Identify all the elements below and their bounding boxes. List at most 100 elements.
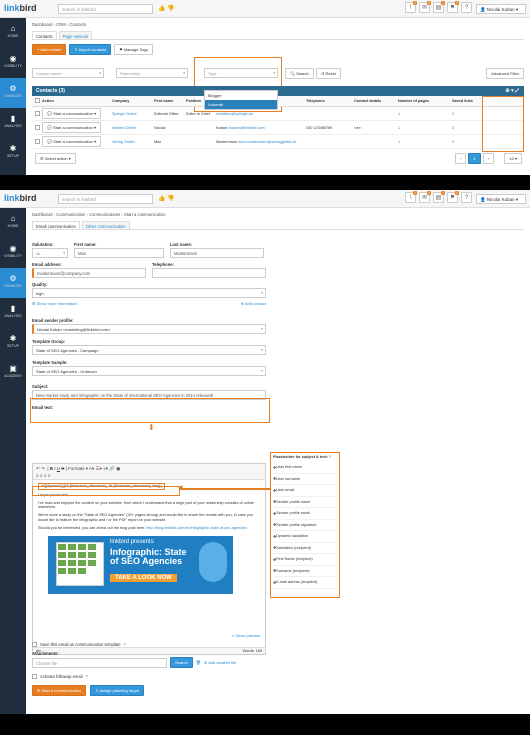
help-icon[interactable]: ?: [86, 674, 88, 679]
first-name-input[interactable]: Max: [74, 248, 164, 258]
underline-button[interactable]: U: [57, 466, 60, 471]
placeholder-item[interactable]: ✥ Sender profile signature: [273, 520, 337, 531]
column-first-name[interactable]: First name: [154, 99, 186, 103]
column-company[interactable]: Company: [112, 99, 154, 103]
settings-icon[interactable]: ⚙ ▾ ⤢: [505, 88, 519, 94]
row-checkbox[interactable]: [35, 110, 40, 116]
placeholder-item[interactable]: ✥ User surname: [273, 474, 337, 485]
start-communication-button[interactable]: 💬 Start a communication ▾: [42, 108, 102, 119]
feedback-icons[interactable]: 👍 👎: [158, 195, 175, 202]
followup-checkbox[interactable]: [32, 674, 37, 679]
sender-profile-select[interactable]: Nicolai Kuban <marketing@linkbird.com> ▾: [32, 324, 266, 334]
user-menu[interactable]: 👤 Nicolai Kuban ▾: [476, 194, 526, 204]
font-color-icon[interactable]: A▾: [89, 466, 94, 471]
sidebar-item-academy[interactable]: ▣ ACADEMY: [0, 358, 26, 388]
messages-icon[interactable]: ▤ 1: [433, 191, 445, 203]
tab-email-communication[interactable]: Email communication: [32, 221, 80, 229]
company-link[interactable]: Verlag GmbH: [112, 140, 154, 144]
placeholder-item[interactable]: ✥ Dynamic salutation: [273, 531, 337, 543]
row-checkbox[interactable]: [35, 124, 40, 130]
align-right-icon[interactable]: ≡: [44, 473, 47, 478]
sidebar-item-chances[interactable]: ⚙ CHANCES: [0, 268, 26, 298]
quality-select[interactable]: high ▾: [32, 288, 266, 298]
tab-page-network[interactable]: Page network: [58, 31, 93, 39]
linkbird-logo[interactable]: linkbird: [4, 193, 37, 203]
sidebar-item-visibility[interactable]: ◉ VISIBILITY: [0, 48, 26, 78]
add-contact-link[interactable]: ⊕ Add contact: [241, 301, 266, 306]
strikethrough-button[interactable]: S: [61, 466, 64, 471]
company-link[interactable]: linkbird GmbH: [112, 126, 154, 130]
italic-button[interactable]: I: [54, 466, 55, 471]
manage-tags-button[interactable]: ⚑ Manage Tags: [114, 44, 153, 55]
formats-dropdown[interactable]: Formats ▾: [68, 466, 88, 471]
feedback-icons[interactable]: 👍 👎: [158, 5, 175, 12]
placeholder-item[interactable]: ✥ User first name: [273, 462, 337, 474]
placeholder-item[interactable]: ✥ Sender profile email: [273, 508, 337, 520]
last-name-input[interactable]: Mustermann: [170, 248, 264, 258]
assign-planning-target-button[interactable]: ⇪ Assign planning target: [90, 685, 145, 696]
trash-icon[interactable]: 🗑: [196, 660, 201, 666]
email-link[interactable]: redaktion@spiegel.de: [216, 112, 253, 116]
pages-count[interactable]: 1: [398, 112, 452, 116]
tab-contacts[interactable]: Contacts: [32, 31, 57, 39]
sidebar-item-setup[interactable]: ✱ SETUP: [0, 328, 26, 358]
attachment-search-button[interactable]: Search: [170, 657, 193, 668]
page-button[interactable]: 1: [468, 153, 481, 164]
sidebar-item-home[interactable]: ⌂ HOME: [0, 208, 26, 238]
email-address-input[interactable]: mustermann@company.com: [32, 268, 146, 278]
mail-icon[interactable]: ✉ 2: [419, 191, 431, 203]
help-icon[interactable]: ?: [461, 192, 472, 203]
template-sample-select[interactable]: State of SEO Agencies - Outreach ▾: [32, 366, 266, 376]
numbered-list-icon[interactable]: ≡▾: [103, 466, 108, 471]
placeholder-item[interactable]: ✥ Sender profile name: [273, 497, 337, 508]
choose-file-input[interactable]: Choose file: [32, 657, 167, 668]
salutation-select[interactable]: Mr. ▾: [32, 248, 68, 258]
prev-page-button[interactable]: ‹: [455, 153, 467, 164]
editor-body[interactable]: Hi{{dynamic}}{Hi {firstname_ofreceiver},…: [33, 480, 265, 597]
select-all-checkbox[interactable]: [35, 98, 40, 103]
placeholder-item[interactable]: ✥ E-mail adress (recipient): [273, 577, 337, 589]
search-input[interactable]: search in linkbird: [58, 4, 153, 14]
user-menu[interactable]: 👤 Nicolai Kuban ▾: [476, 4, 526, 14]
mail-icon[interactable]: ✉ 2: [419, 1, 431, 13]
column-telephone[interactable]: Telephone: [306, 99, 354, 103]
bullet-list-icon[interactable]: ☰▾: [96, 466, 102, 471]
help-icon[interactable]: ?: [329, 455, 331, 459]
company-link[interactable]: Spiegel Online: [112, 112, 154, 116]
import-contacts-button[interactable]: ⇪ Import contacts: [69, 44, 112, 55]
contact-owner-select[interactable]: Contact owner ▾: [32, 68, 104, 78]
placeholder-item[interactable]: ✥ Salutation (recipient): [273, 543, 337, 554]
link-icon[interactable]: 🔗: [109, 466, 115, 471]
row-checkbox[interactable]: [35, 138, 40, 144]
redo-icon[interactable]: ↷: [41, 466, 45, 471]
start-communication-button[interactable]: ✉ Start a communication: [32, 685, 87, 696]
per-page-select[interactable]: 10 ▾: [504, 153, 522, 164]
flag-icon[interactable]: ⚑ 2: [447, 1, 459, 13]
justify-icon[interactable]: ≡: [48, 473, 51, 478]
bold-button[interactable]: B: [50, 466, 53, 471]
telephone-input[interactable]: [152, 268, 266, 278]
align-center-icon[interactable]: ≡: [40, 473, 43, 478]
messages-icon[interactable]: ▤ 1: [433, 1, 445, 13]
pages-count[interactable]: 1: [398, 140, 452, 144]
show-preview-link[interactable]: ⌕ Show preview: [232, 633, 260, 638]
help-icon[interactable]: ?: [461, 2, 472, 13]
search-input[interactable]: search in linkbird: [58, 194, 153, 204]
flag-icon[interactable]: ⚑ 2: [447, 191, 459, 203]
start-communication-button[interactable]: 💬 Start a communication ▾: [42, 136, 102, 147]
show-more-information-link[interactable]: ⊞ Show more information: [32, 301, 78, 306]
sidebar-item-analysis[interactable]: ▮ ANALYSIS: [0, 108, 26, 138]
search-button[interactable]: 🔍 Search: [285, 68, 314, 79]
sidebar-item-home[interactable]: ⌂ HOME: [0, 18, 26, 48]
image-icon[interactable]: ▣: [116, 466, 120, 471]
sidebar-item-chances[interactable]: ⚙ CHANCES: [0, 78, 26, 108]
sidebar-item-visibility[interactable]: ◉ VISIBILITY: [0, 238, 26, 268]
column-contact-details[interactable]: Contact details: [354, 99, 398, 103]
tags-option-linkerati[interactable]: Linkerati: [205, 100, 277, 109]
next-page-button[interactable]: ›: [482, 153, 494, 164]
add-another-file-link[interactable]: ⊕ Add another file: [204, 660, 236, 665]
partnership-select[interactable]: Partnership ▾: [116, 68, 188, 78]
blog-post-link[interactable]: http://blog.linkbird.com/en/infographic-…: [146, 526, 247, 530]
reset-button[interactable]: ↺ Reset: [316, 68, 341, 79]
undo-icon[interactable]: ↶: [36, 466, 40, 471]
